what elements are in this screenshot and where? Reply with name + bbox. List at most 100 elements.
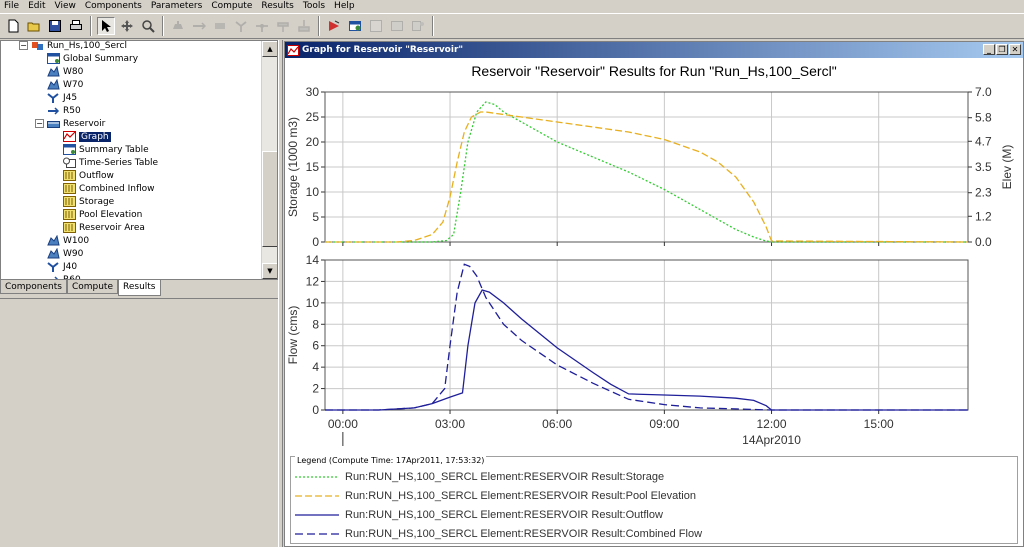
y2-tick-label: 0.0: [975, 235, 992, 249]
y-tick-label: 12: [306, 274, 320, 288]
close-button[interactable]: ✕: [1009, 44, 1021, 55]
tree-collapse-toggle[interactable]: −: [35, 119, 44, 128]
explorer-tabs: Components Compute Results: [0, 280, 278, 296]
tree-item-label: W90: [63, 248, 84, 259]
graph-button[interactable]: [367, 17, 385, 35]
compute-button[interactable]: [325, 17, 343, 35]
tree-item-outflow[interactable]: Outflow: [63, 169, 114, 182]
properties-pane: [0, 298, 278, 547]
subbasin-icon: [47, 248, 60, 259]
scroll-down-button[interactable]: ▼: [262, 263, 277, 279]
time-series-button[interactable]: [409, 17, 427, 35]
y-axis-label: Flow (cms): [286, 306, 300, 365]
add-sink-icon: [298, 20, 310, 32]
minimize-button[interactable]: _: [983, 44, 995, 55]
tree-item-j40[interactable]: J40: [47, 260, 77, 273]
tree-item-j45[interactable]: J45: [47, 91, 77, 104]
tree-item-run-hs-100-sercl[interactable]: Run_Hs,100_Sercl: [31, 40, 127, 52]
tree-item-graph[interactable]: Graph: [63, 130, 111, 143]
reservoir-icon: [47, 121, 60, 128]
y2-tick-label: 7.0: [975, 85, 992, 99]
print-button[interactable]: [67, 17, 85, 35]
graph-window-title: Graph for Reservoir "Reservoir": [302, 45, 464, 55]
restore-button[interactable]: ❐: [996, 44, 1008, 55]
x-tick-label: 09:00: [649, 417, 679, 431]
save-icon: [49, 20, 61, 32]
tree-item-w80[interactable]: W80: [47, 65, 83, 78]
menu-compute[interactable]: Compute: [207, 0, 257, 12]
menu-tools[interactable]: Tools: [299, 0, 330, 12]
menu-view[interactable]: View: [51, 0, 81, 12]
explorer-scrollbar[interactable]: ▲ ▼: [261, 41, 277, 279]
legend-label: Run:RUN_HS,100_SERCL Element:RESERVOIR R…: [345, 490, 696, 502]
menu-components[interactable]: Components: [81, 0, 147, 12]
subbasin-icon: [47, 79, 60, 90]
series-line-storage: [325, 101, 968, 243]
results-chart: 051015202530Storage (1000 m3)0.01.22.33.…: [286, 85, 1014, 447]
x-tick-label: 03:00: [435, 417, 465, 431]
y-tick-label: 10: [306, 296, 320, 310]
open-folder-icon: [27, 22, 40, 32]
zoom-button[interactable]: [139, 17, 157, 35]
tree-item-r50[interactable]: R50: [47, 104, 81, 117]
pane-splitter[interactable]: [278, 40, 283, 547]
flow-plot-frame: [324, 259, 969, 411]
y2-tick-label: 5.8: [975, 111, 992, 125]
add-source-button[interactable]: [274, 17, 292, 35]
open-folder-button[interactable]: [25, 17, 43, 35]
menu-help[interactable]: Help: [330, 0, 360, 12]
add-sink-button[interactable]: [295, 17, 313, 35]
menu-file[interactable]: File: [0, 0, 24, 12]
tab-results[interactable]: Results: [118, 280, 161, 296]
tree-item-label: W80: [63, 66, 84, 77]
new-file-button[interactable]: [4, 17, 22, 35]
save-button[interactable]: [46, 17, 64, 35]
tree-item-label: J45: [63, 92, 78, 103]
menu-results[interactable]: Results: [257, 0, 299, 12]
move-button[interactable]: [118, 17, 136, 35]
menu-parameters[interactable]: Parameters: [147, 0, 208, 12]
ts-table-icon: [63, 157, 76, 168]
add-subbasin-button[interactable]: [169, 17, 187, 35]
add-junction-button[interactable]: [232, 17, 250, 35]
graph-window-icon: [287, 44, 299, 56]
junction-icon: [47, 262, 59, 272]
tree-item-global-summary[interactable]: Global Summary: [47, 52, 138, 65]
tree-item-label: Run_Hs,100_Sercl: [47, 40, 127, 51]
tree-collapse-toggle[interactable]: −: [19, 41, 28, 50]
scroll-thumb[interactable]: [262, 151, 277, 247]
tree-item-time-series-table[interactable]: Time-Series Table: [63, 156, 158, 169]
scroll-up-button[interactable]: ▲: [262, 41, 277, 57]
tree-item-pool-elevation[interactable]: Pool Elevation: [63, 208, 142, 221]
add-reach-button[interactable]: [190, 17, 208, 35]
toolbar-separator: [432, 16, 434, 36]
tab-components[interactable]: Components: [0, 280, 67, 294]
tree-item-w70[interactable]: W70: [47, 78, 83, 91]
tree-item-w100[interactable]: W100: [47, 234, 89, 247]
global-summary-button[interactable]: [346, 17, 364, 35]
tree-item-storage[interactable]: Storage: [63, 195, 114, 208]
print-icon: [70, 20, 82, 30]
menu-bar: File Edit View Components Parameters Compute R…: [0, 0, 1024, 12]
tab-compute[interactable]: Compute: [66, 280, 118, 294]
subbasin-icon: [47, 235, 60, 246]
add-diversion-button[interactable]: [253, 17, 271, 35]
arrow-cursor-button[interactable]: [97, 17, 115, 35]
y2-tick-label: 2.3: [975, 186, 992, 200]
tree-item-reservoir-area[interactable]: Reservoir Area: [63, 221, 145, 234]
tree-item-reservoir[interactable]: Reservoir: [47, 117, 105, 130]
tree-item-w90[interactable]: W90: [47, 247, 83, 260]
add-reservoir-button[interactable]: [211, 17, 229, 35]
menu-edit[interactable]: Edit: [24, 0, 50, 12]
x-tick-label: 06:00: [542, 417, 572, 431]
tree-item-label: W70: [63, 79, 84, 90]
tree-item-combined-inflow[interactable]: Combined Inflow: [63, 182, 154, 195]
subbasin-icon: [47, 66, 60, 77]
summary-table-button[interactable]: [388, 17, 406, 35]
toolbar-separator: [318, 16, 320, 36]
tree-item-r60[interactable]: R60: [47, 273, 81, 279]
add-reach-icon: [193, 22, 206, 30]
global-summary-icon: [349, 21, 361, 31]
graph-window-titlebar[interactable]: Graph for Reservoir "Reservoir" _ ❐ ✕: [285, 42, 1023, 58]
tree-item-summary-table[interactable]: Summary Table: [63, 143, 149, 156]
